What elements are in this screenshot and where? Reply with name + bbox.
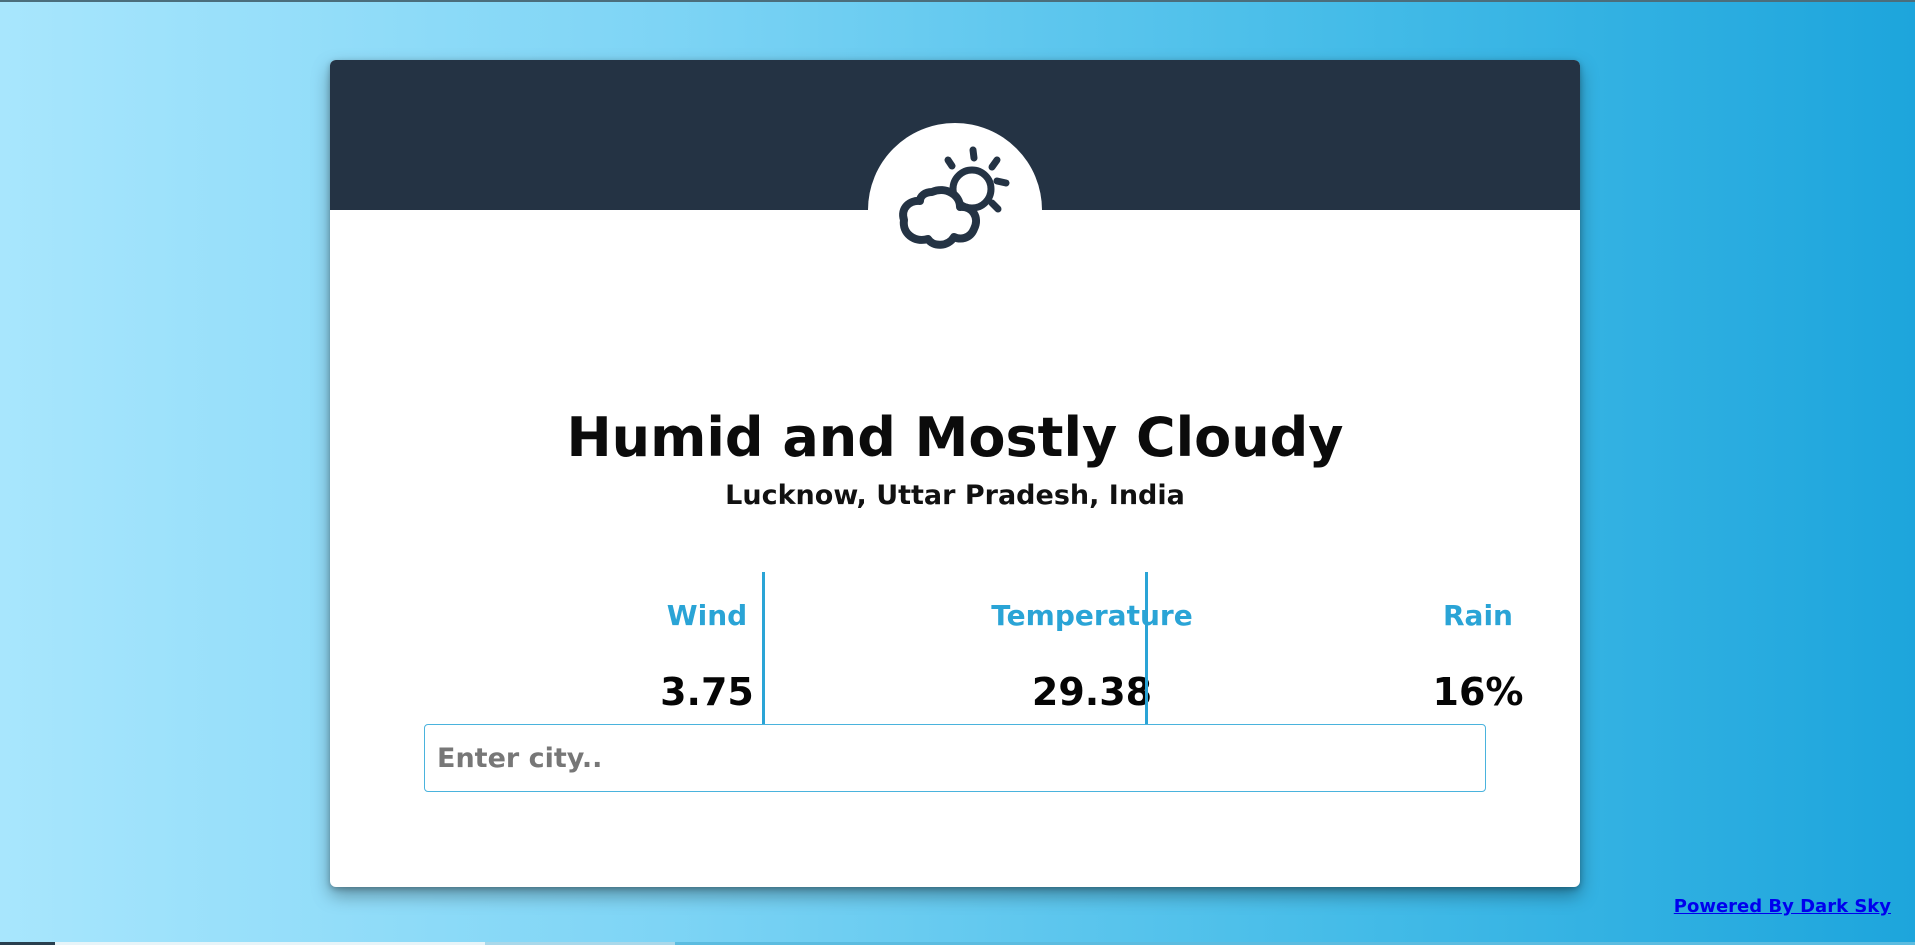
stat-value: 3.75 bbox=[660, 670, 754, 714]
weather-summary: Humid and Mostly Cloudy bbox=[566, 406, 1344, 469]
stat-value: 16% bbox=[1432, 670, 1524, 714]
stat-divider bbox=[762, 572, 765, 741]
partly-cloudy-day-icon bbox=[899, 146, 1010, 249]
stat-value: 29.38 bbox=[1031, 670, 1153, 714]
powered-by-link[interactable]: Powered By Dark Sky bbox=[1674, 896, 1891, 917]
stat-divider bbox=[1145, 572, 1148, 741]
stat-rain: Rain 16% bbox=[1288, 572, 1580, 742]
weather-icon-badge bbox=[868, 123, 1042, 297]
stat-label: Wind bbox=[666, 599, 748, 632]
stat-label: Rain bbox=[1443, 599, 1513, 632]
location-name: Lucknow, Uttar Pradesh, India bbox=[725, 480, 1185, 511]
top-border bbox=[0, 0, 1915, 2]
city-search-input[interactable] bbox=[424, 724, 1486, 792]
stat-label: Temperature bbox=[991, 599, 1193, 632]
weather-card: Humid and Mostly Cloudy Lucknow, Uttar P… bbox=[330, 60, 1580, 887]
stat-wind: Wind 3.75 bbox=[517, 572, 897, 742]
stat-temperature: Temperature 29.38 bbox=[902, 572, 1282, 742]
